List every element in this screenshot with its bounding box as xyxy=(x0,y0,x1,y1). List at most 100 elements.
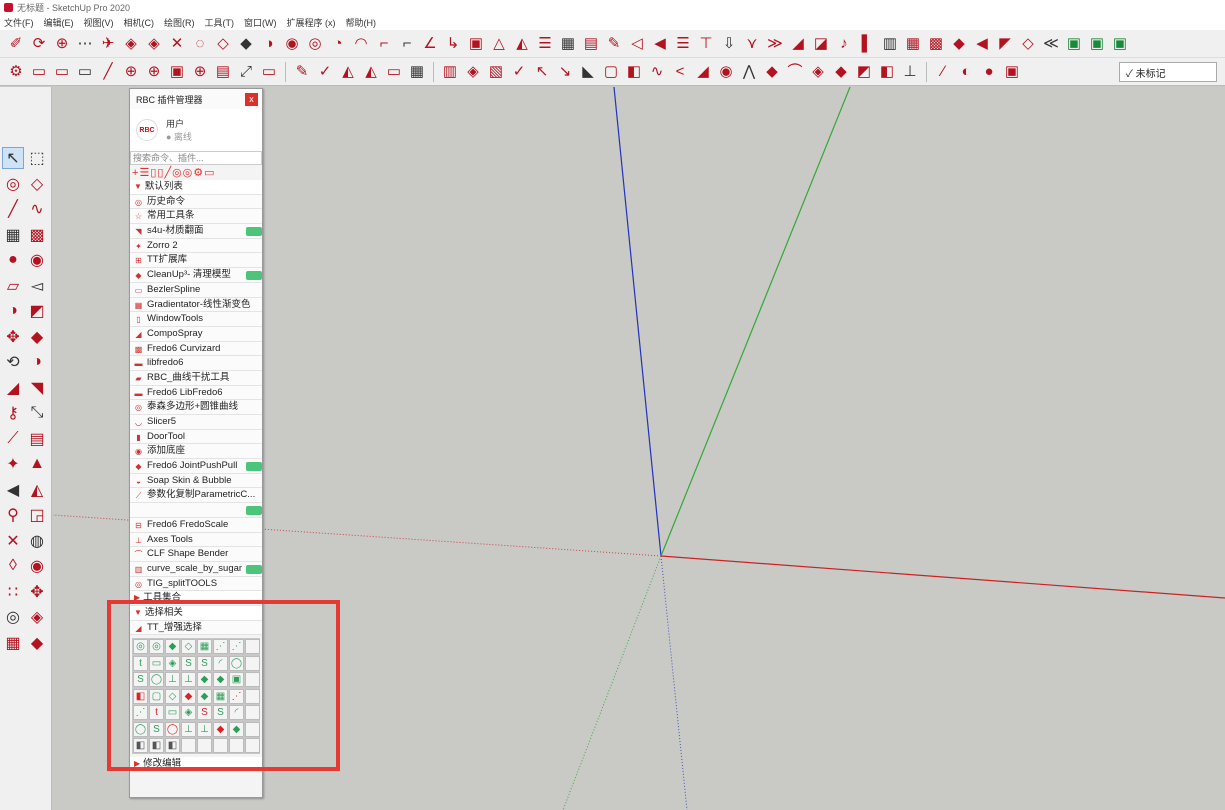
selection-tool-icon[interactable]: S xyxy=(213,705,228,721)
plugin-item[interactable]: ▥ curve_scale_by_sugar xyxy=(130,561,262,577)
left-tool-icon[interactable]: ✦ xyxy=(2,453,24,475)
plugin-item[interactable]: ▭ BezlerSpline xyxy=(130,282,262,298)
left-tool-icon[interactable]: ◲ xyxy=(26,504,48,526)
toolbar-tool-icon[interactable]: ⋯ xyxy=(75,34,95,54)
toolbar-tool-icon[interactable]: ◧ xyxy=(877,62,897,82)
panel-action-icon[interactable]: ▯ xyxy=(157,166,163,179)
selection-tool-icon[interactable]: ◆ xyxy=(181,688,196,704)
toolbar-tool-icon[interactable]: ▭ xyxy=(75,62,95,82)
left-tool-icon[interactable]: ▦ xyxy=(2,632,24,654)
toolbar-tool-icon[interactable]: ↘ xyxy=(555,62,575,82)
panel-action-icon[interactable]: ▯ xyxy=(150,166,156,179)
left-tool-icon[interactable]: ⚷ xyxy=(2,402,24,424)
selection-tool-icon[interactable]: ▦ xyxy=(197,639,212,655)
menu-item[interactable]: 文件(F) xyxy=(4,16,34,29)
toolbar-tool-icon[interactable]: ◭ xyxy=(338,62,358,82)
selection-tool-icon[interactable]: ◯ xyxy=(133,721,148,737)
toolbar-tool-icon[interactable]: ▦ xyxy=(558,34,578,54)
left-tool-icon[interactable]: ✥ xyxy=(2,326,24,348)
toolbar-tool-icon[interactable]: ⊕ xyxy=(144,62,164,82)
toggle-switch[interactable] xyxy=(246,271,262,281)
plugin-item[interactable]: ⊥ Axes Tools xyxy=(130,532,262,548)
selection-tool-icon[interactable] xyxy=(245,672,260,688)
toolbar-tool-icon[interactable]: ≫ xyxy=(765,34,785,54)
selection-tool-icon[interactable]: ▭ xyxy=(149,655,164,671)
left-tool-icon[interactable]: ◭ xyxy=(26,479,48,501)
left-tool-icon[interactable]: ◥ xyxy=(26,377,48,399)
selection-tool-icon[interactable]: ⊥ xyxy=(165,672,180,688)
selection-tool-icon[interactable]: ◈ xyxy=(181,705,196,721)
toolbar-tool-icon[interactable]: ◆ xyxy=(831,62,851,82)
left-tool-icon[interactable]: ◎ xyxy=(2,606,24,628)
left-tool-icon[interactable]: ▲ xyxy=(26,453,48,475)
toolbar-tool-icon[interactable]: ◀ xyxy=(650,34,670,54)
toolbar-tool-icon[interactable]: ◣ xyxy=(578,62,598,82)
toolbar-tool-icon[interactable]: ◧ xyxy=(624,62,644,82)
group-modify-edit[interactable]: ▶ 修改编辑 xyxy=(130,757,262,772)
selection-tool-icon[interactable]: ◯ xyxy=(165,721,180,737)
selection-tool-icon[interactable]: ◧ xyxy=(149,738,164,754)
toolbar-tool-icon[interactable]: ◆ xyxy=(762,62,782,82)
left-tool-icon[interactable]: ◑ xyxy=(2,300,24,322)
close-icon[interactable]: x xyxy=(245,92,258,106)
plugin-item[interactable]: ▮ DoorTool xyxy=(130,429,262,445)
selection-tool-icon[interactable]: t xyxy=(133,655,148,671)
left-tool-icon[interactable]: ◆ xyxy=(26,632,48,654)
left-tool-icon[interactable]: ∷ xyxy=(2,581,24,603)
panel-action-icon[interactable]: ◎ xyxy=(183,166,193,179)
left-tool-icon[interactable]: ⤡ xyxy=(26,402,48,424)
selection-tool-icon[interactable]: S xyxy=(149,721,164,737)
search-input[interactable]: 搜索命令、插件... xyxy=(130,151,262,165)
left-tool-icon[interactable]: ↖ xyxy=(2,147,24,169)
toolbar-tool-icon[interactable]: ∕ xyxy=(933,62,953,82)
toolbar-tool-icon[interactable]: △ xyxy=(489,34,509,54)
left-tool-icon[interactable]: ▦ xyxy=(2,224,24,246)
toolbar-tool-icon[interactable]: ☰ xyxy=(535,34,555,54)
toolbar-tool-icon[interactable]: ◀ xyxy=(972,34,992,54)
left-tool-icon[interactable]: ◅ xyxy=(26,275,48,297)
selection-tool-icon[interactable]: ⋰ xyxy=(229,688,244,704)
selection-tool-icon[interactable] xyxy=(245,738,260,754)
toolbar-tool-icon[interactable]: ◉ xyxy=(282,34,302,54)
toolbar-tool-icon[interactable]: ◐ xyxy=(956,62,976,82)
selection-tool-icon[interactable]: ◎ xyxy=(133,639,148,655)
toolbar-tool-icon[interactable]: ⊕ xyxy=(52,34,72,54)
plugin-item[interactable]: ▦ Gradientator-线性渐变色 xyxy=(130,297,262,313)
toolbar-tool-icon[interactable]: ╱ xyxy=(98,62,118,82)
toolbar-tool-icon[interactable]: ◢ xyxy=(788,34,808,54)
selection-tool-icon[interactable] xyxy=(245,705,260,721)
left-tool-icon[interactable]: ⟋ xyxy=(2,428,24,450)
panel-action-icon[interactable]: ⚙ xyxy=(193,166,203,179)
toolbar-tool-icon[interactable]: ● xyxy=(979,62,999,82)
left-tool-icon[interactable]: ⟲ xyxy=(2,351,24,373)
selection-tool-icon[interactable] xyxy=(245,655,260,671)
toolbar-tool-icon[interactable]: ▢ xyxy=(601,62,621,82)
plugin-item[interactable]: ◎ TIG_splitTOOLS xyxy=(130,576,262,592)
toolbar-tool-icon[interactable]: ◈ xyxy=(121,34,141,54)
plugin-item[interactable]: ▩ Fredo6 Curvizard xyxy=(130,341,262,357)
selection-tool-icon[interactable]: ⋰ xyxy=(133,705,148,721)
plugin-item[interactable]: ◢ CompoSpray xyxy=(130,326,262,342)
plugin-item[interactable]: ▰ RBC_曲线干扰工具 xyxy=(130,370,262,386)
toolbar-tool-icon[interactable]: ▣ xyxy=(167,62,187,82)
toolbar-tool-icon[interactable]: ▌ xyxy=(857,34,877,54)
toolbar-tool-icon[interactable]: ⌐ xyxy=(374,34,394,54)
left-tool-icon[interactable]: ◎ xyxy=(2,173,24,195)
panel-action-icon[interactable]: ╱ xyxy=(164,166,171,179)
toolbar-tool-icon[interactable]: ▣ xyxy=(466,34,486,54)
toolbar-tool-icon[interactable]: ▣ xyxy=(1110,34,1130,54)
toolbar-tool-icon[interactable]: ↳ xyxy=(443,34,463,54)
toolbar-tool-icon[interactable]: ✓ xyxy=(315,62,335,82)
toolbar-tool-icon[interactable]: ◈ xyxy=(463,62,483,82)
plugin-item[interactable]: ◥ s4u-材质翻面 xyxy=(130,224,262,239)
toolbar-tool-icon[interactable]: ⊥ xyxy=(900,62,920,82)
selection-tool-icon[interactable]: ◯ xyxy=(149,672,164,688)
toolbar-tool-icon[interactable]: ⊕ xyxy=(190,62,210,82)
selection-tool-icon[interactable]: ◯ xyxy=(229,655,244,671)
selection-tool-icon[interactable]: ◧ xyxy=(133,688,148,704)
selection-tool-icon[interactable]: ◈ xyxy=(165,655,180,671)
panel-action-icon[interactable]: ▭ xyxy=(204,166,214,179)
toolbar-tool-icon[interactable]: ▤ xyxy=(581,34,601,54)
toolbar-tool-icon[interactable]: ▧ xyxy=(486,62,506,82)
selection-tool-icon[interactable]: ◆ xyxy=(213,672,228,688)
